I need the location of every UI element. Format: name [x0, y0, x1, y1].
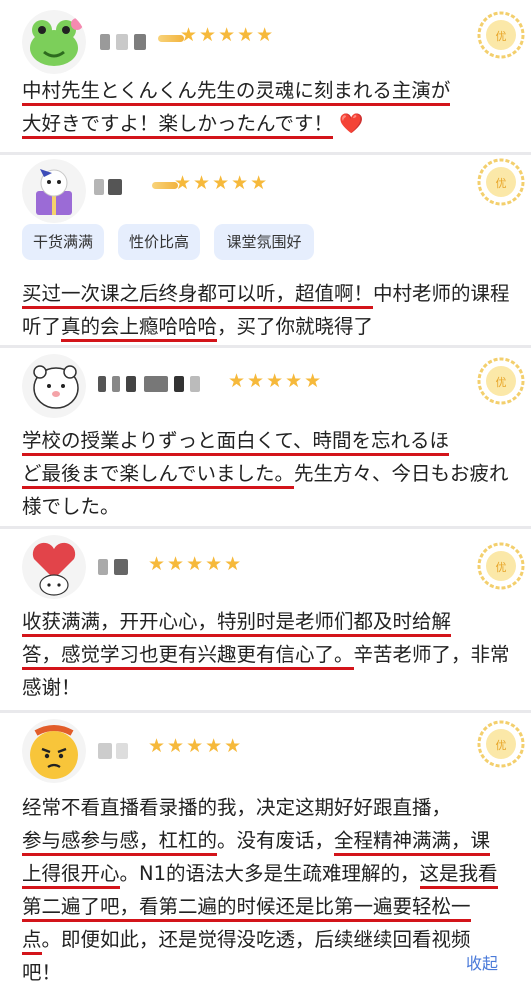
- review-text: 经常不看直播看录播的我，决定这期好好跟直播， 参与感参与感，杠杠的。没有废话，全程…: [22, 796, 498, 982]
- username-blurred: [98, 376, 208, 392]
- svg-text:优: 优: [496, 30, 507, 43]
- username-blurred: [100, 34, 150, 50]
- highlighted-text: 学校の授業よりずっと面白くて、時間を忘れるほ: [22, 429, 450, 456]
- username-blurred: [94, 179, 130, 195]
- tag-item[interactable]: 课堂氛围好: [214, 224, 314, 260]
- premium-badge-icon: 优: [476, 356, 526, 406]
- tag-item[interactable]: 性价比高: [118, 224, 200, 260]
- rating-stars: ★★★★★: [148, 553, 244, 575]
- review-text: 中村先生とくんくん先生の灵魂に刻まれる主演が 大好きですよ！楽しかったんです！ …: [22, 74, 512, 140]
- rating-stars: ★★★★★: [180, 24, 276, 46]
- svg-text:优: 优: [496, 177, 507, 190]
- heart-icon: ❤️: [339, 112, 364, 135]
- premium-badge-icon: 优: [476, 541, 526, 591]
- svg-text:优: 优: [496, 376, 507, 389]
- highlighted-text: 答，感觉学习也更有兴趣更有信心了。: [22, 643, 354, 670]
- highlighted-text: 收获满满，开开心心，特别时是老师们都及时给解: [22, 610, 452, 637]
- rating-stars: ★★★★★: [148, 735, 244, 757]
- highlighted-text: 中村先生とくんくん先生の灵魂に刻まれる主演が: [22, 79, 451, 106]
- review-card-1: ★★★★★ 优 中村先生とくんくん先生の灵魂に刻まれる主演が 大好きですよ！楽し…: [0, 0, 531, 152]
- tag-item[interactable]: 干货满满: [22, 224, 104, 260]
- angry-emoji-icon[interactable]: [22, 719, 86, 783]
- svg-text:优: 优: [496, 739, 507, 752]
- highlighted-text: ど最後まで楽しんでいました。: [22, 462, 295, 489]
- heart-bear-icon[interactable]: [22, 535, 86, 599]
- highlighted-text: 大好きですよ！楽しかったんです！: [22, 112, 334, 139]
- cartoon-bear-gift-icon[interactable]: [22, 159, 86, 223]
- svg-text:优: 优: [496, 561, 507, 574]
- premium-badge-icon: 优: [476, 157, 526, 207]
- frog-emoji-icon[interactable]: [22, 10, 86, 74]
- username-blurred: [98, 743, 134, 759]
- highlighted-text: 真的会上瘾哈哈哈: [61, 315, 218, 342]
- review-card-3: ★★★★★ 优 学校の授業よりずっと面白くて、時間を忘れるほ ど最後まで楽しんで…: [0, 348, 531, 526]
- rating-stars: ★★★★★: [228, 370, 324, 392]
- highlighted-text: 买过一次课之后终身都可以听，超值啊！: [22, 282, 374, 309]
- collapse-link[interactable]: 收起: [466, 950, 498, 974]
- highlighted-text: 参与感参与感，杠杠的: [22, 829, 218, 856]
- review-text: 买过一次课之后终身都可以听，超值啊！中村老师的课程听了真的会上瘾哈哈哈，买了你就…: [22, 277, 512, 343]
- username-blurred: [98, 559, 138, 575]
- premium-badge-icon: 优: [476, 719, 526, 769]
- premium-badge-icon: 优: [476, 10, 526, 60]
- rating-stars: ★★★★★: [174, 172, 270, 194]
- white-bear-icon[interactable]: [22, 354, 86, 418]
- review-text: 收获满满，开开心心，特别时是老师们都及时给解 答，感觉学习也更有兴趣更有信心了。…: [22, 610, 510, 699]
- review-card-5: ★★★★★ 优 经常不看直播看录播的我，决定这期好好跟直播， 参与感参与感，杠杠的…: [0, 713, 531, 982]
- review-card-4: ★★★★★ 优 收获满满，开开心心，特别时是老师们都及时给解 答，感觉学习也更有…: [0, 529, 531, 710]
- review-text: 学校の授業よりずっと面白くて、時間を忘れるほ ど最後まで楽しんでいました。先生方…: [22, 429, 509, 518]
